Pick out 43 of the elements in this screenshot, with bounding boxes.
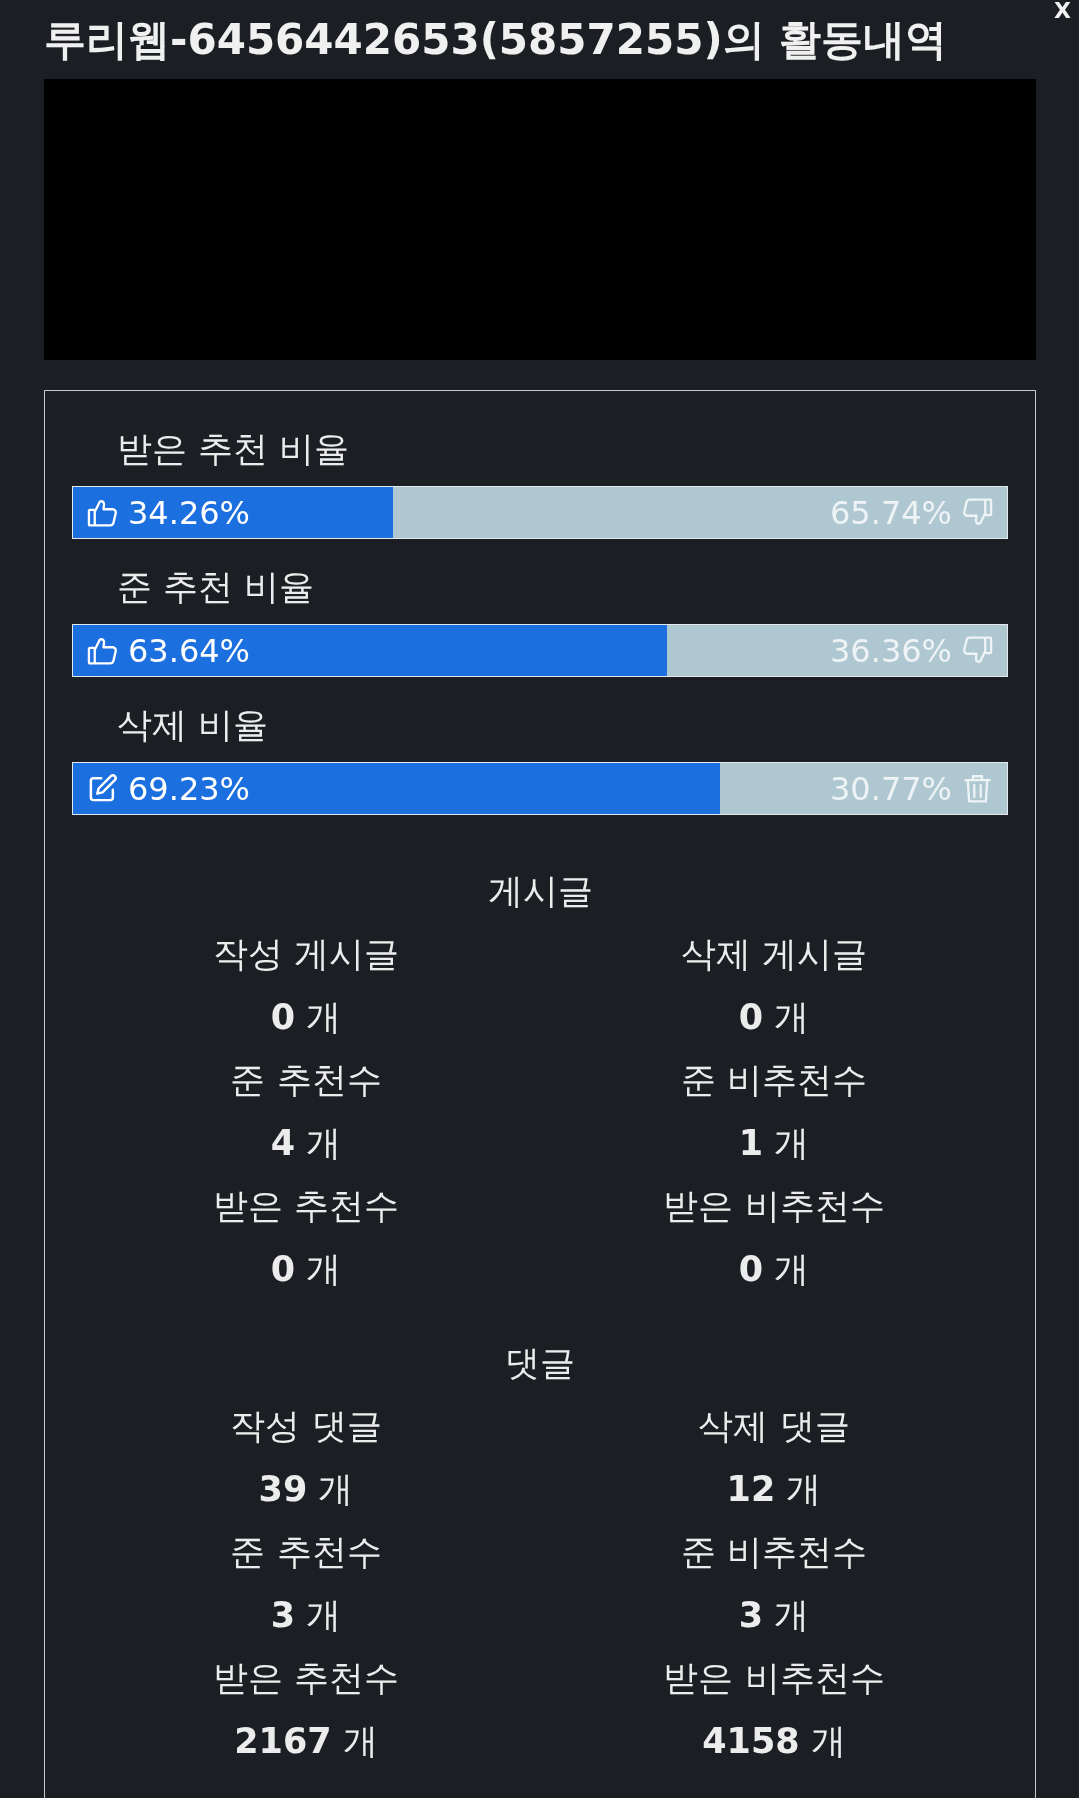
ratio-label: 준 추천 비율	[116, 566, 315, 609]
ratio-value: 34.26%	[128, 492, 250, 533]
ratio-value: 65.74%	[830, 492, 952, 533]
stat-value: 4 개	[270, 1122, 342, 1165]
stat-value: 0 개	[738, 996, 810, 1039]
stat-value: 0 개	[738, 1248, 810, 1291]
stat-value: 3 개	[270, 1594, 342, 1637]
stat-label: 준 추천수	[230, 1531, 382, 1574]
stat-value: 4158 개	[702, 1720, 846, 1763]
stat-value: 39 개	[258, 1468, 354, 1511]
ratio-value: 30.77%	[830, 768, 952, 809]
page-title: 루리웹-6456442653(5857255)의 활동내역	[44, 16, 949, 64]
ratio-value: 36.36%	[830, 630, 952, 671]
thumbs-up-icon	[87, 635, 118, 666]
ratio-label: 삭제 비율	[116, 704, 269, 747]
thumbs-down-icon	[962, 635, 993, 666]
stat-label: 받은 추천수	[212, 1185, 400, 1228]
stat-value: 1 개	[738, 1122, 810, 1165]
stat-label: 받은 비추천수	[663, 1657, 885, 1700]
stat-label: 준 추천수	[230, 1059, 382, 1102]
stat-label: 삭제 댓글	[698, 1405, 850, 1448]
ratio-value: 69.23%	[128, 768, 250, 809]
stat-label: 준 비추천수	[680, 1531, 868, 1574]
stat-value: 0 개	[270, 996, 342, 1039]
edit-icon	[87, 773, 118, 804]
stat-value: 0 개	[270, 1248, 342, 1291]
thumbs-down-icon	[962, 497, 993, 528]
trash-icon	[962, 773, 993, 804]
stat-value: 3 개	[738, 1594, 810, 1637]
stat-label: 작성 댓글	[230, 1405, 382, 1448]
stat-label: 받은 추천수	[212, 1657, 400, 1700]
stat-label: 삭제 게시글	[680, 933, 868, 976]
stat-label: 작성 게시글	[212, 933, 400, 976]
stat-label: 준 비추천수	[680, 1059, 868, 1102]
stat-label: 받은 비추천수	[663, 1185, 885, 1228]
section-title: 게시글	[487, 870, 593, 913]
section-title: 댓글	[505, 1342, 575, 1385]
stat-value: 2167 개	[234, 1720, 378, 1763]
thumbs-up-icon	[87, 497, 118, 528]
ratio-value: 63.64%	[128, 630, 250, 671]
ratio-label: 받은 추천 비율	[116, 428, 350, 471]
close-button[interactable]: X	[1054, 0, 1071, 22]
stat-value: 12 개	[726, 1468, 822, 1511]
